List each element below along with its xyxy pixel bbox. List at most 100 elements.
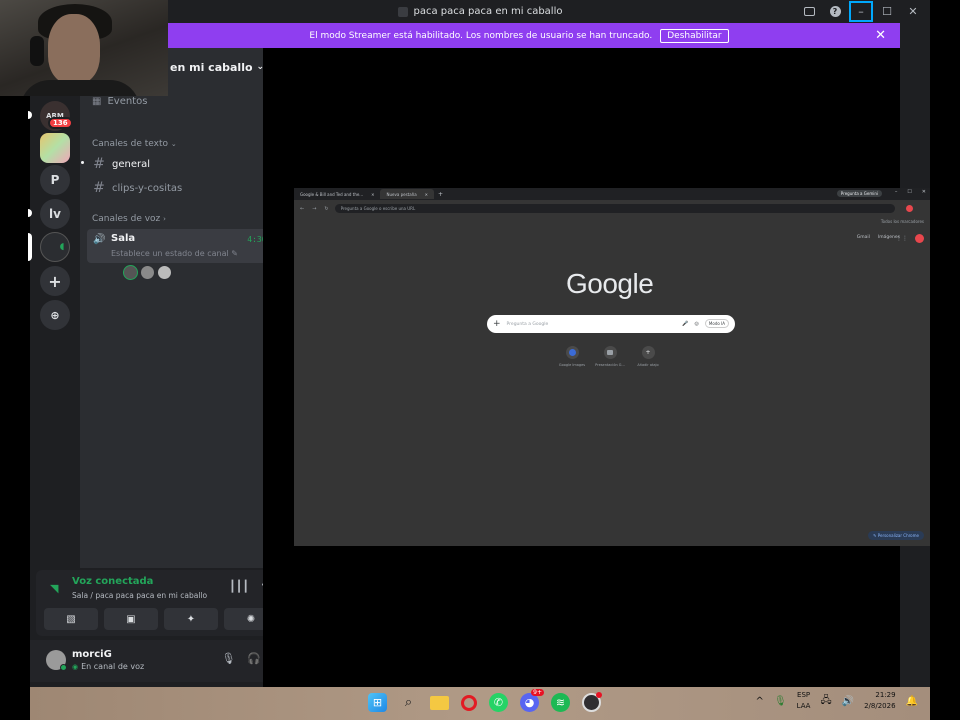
- google-logo: Google: [566, 268, 654, 299]
- participant-avatar[interactable]: [123, 265, 138, 280]
- discord-icon[interactable]: ◕ 9+: [520, 689, 544, 712]
- clock[interactable]: 21:29 2/8/2026: [864, 690, 895, 712]
- chrome-toolbar: ← → ↻ Pregunta a Google o escribe una URL: [294, 202, 930, 215]
- all-bookmarks[interactable]: Todos los marcadores: [881, 219, 924, 224]
- category-voice-channels[interactable]: Canales de voz ›: [92, 214, 166, 224]
- network-icon[interactable]: 🖧: [820, 693, 831, 710]
- minimize-button[interactable]: –: [848, 0, 874, 23]
- server-current[interactable]: ◖: [40, 232, 70, 262]
- add-icon[interactable]: +: [493, 319, 501, 329]
- screen-share-button[interactable]: ▣: [104, 608, 158, 630]
- chrome-profile-avatar[interactable]: [906, 205, 913, 212]
- shortcut-tile[interactable]: Google Images: [559, 346, 585, 367]
- chrome-tab-bar: Google & Bill and Ted and the... ✕ Nueva …: [294, 188, 930, 200]
- username[interactable]: morciG: [72, 649, 112, 660]
- camera-off-button[interactable]: ▧: [44, 608, 98, 630]
- maximize-button[interactable]: ☐: [874, 0, 900, 23]
- headphones-icon[interactable]: 🎧: [247, 652, 261, 665]
- discover-icon[interactable]: ⊕: [40, 300, 70, 330]
- participant-avatar[interactable]: [140, 265, 155, 280]
- server-lv[interactable]: lv: [40, 199, 70, 229]
- screen-share-chrome: Google & Bill and Ted and the... ✕ Nueva …: [294, 188, 930, 546]
- reload-icon[interactable]: ↻: [324, 206, 328, 212]
- lens-icon[interactable]: ◎: [695, 321, 699, 327]
- chrome-tab[interactable]: Google & Bill and Ted and the... ✕: [294, 189, 380, 199]
- noise-suppression-icon[interactable]: ┃┃┃: [229, 580, 249, 593]
- webcam-overlay: [0, 0, 168, 96]
- google-search-box[interactable]: + Pregunta a Google 🎤 ◎ Modo IA: [487, 315, 735, 333]
- mic-icon[interactable]: 🎤: [682, 321, 688, 327]
- ai-mode-button[interactable]: Modo IA: [704, 319, 729, 328]
- signal-icon[interactable]: ◥: [50, 582, 58, 595]
- voice-channel-sala[interactable]: 🔊 Sala 4:30:53 Establece un estado de ca…: [87, 229, 287, 263]
- close-icon[interactable]: ✕: [922, 189, 926, 195]
- webcam-face: [48, 14, 100, 84]
- channel-clips[interactable]: # clips-y-cositas: [92, 180, 182, 196]
- microphone-icon[interactable]: 🎙: [221, 652, 235, 665]
- events-item[interactable]: ▦ Eventos: [92, 96, 147, 107]
- close-banner-icon[interactable]: ✕: [875, 28, 886, 43]
- add-server-icon[interactable]: +: [40, 266, 70, 296]
- minimize-icon[interactable]: –: [895, 189, 898, 195]
- address-bar[interactable]: Pregunta a Google o escribe una URL: [334, 204, 895, 213]
- channel-general[interactable]: # general: [92, 156, 150, 172]
- back-icon[interactable]: ←: [300, 206, 304, 212]
- language-indicator[interactable]: ESP LAA: [797, 690, 811, 712]
- mention-badge: 136: [48, 117, 73, 129]
- server-indicator: [28, 111, 32, 119]
- file-explorer-icon[interactable]: [430, 695, 449, 710]
- webcam-headset: [30, 36, 44, 66]
- voice-participants: [123, 265, 172, 280]
- activities-button[interactable]: ✦: [164, 608, 218, 630]
- app-icon: [397, 6, 408, 17]
- mic-tray-icon[interactable]: 🎙: [774, 696, 787, 707]
- apps-grid-icon[interactable]: ⋮⋮: [896, 235, 908, 242]
- gmail-link[interactable]: Gmail: [857, 235, 870, 240]
- chrome-tab-active[interactable]: Nueva pestaña ✕: [380, 189, 435, 199]
- start-menu-icon[interactable]: ⊞: [368, 693, 387, 712]
- shortcuts-row: Google Images Presentación G... + Añadir …: [559, 346, 660, 367]
- user-status: ◉ En canal de voz: [72, 662, 145, 671]
- disable-streamer-button[interactable]: Deshabilitar: [660, 28, 729, 43]
- server-image-icon[interactable]: [40, 133, 70, 163]
- obs-icon[interactable]: [582, 692, 602, 712]
- online-status-dot: [60, 664, 67, 671]
- help-icon[interactable]: ?: [822, 0, 848, 23]
- search-icon[interactable]: ⌕: [399, 693, 418, 712]
- new-tab-icon[interactable]: +: [438, 191, 443, 198]
- voice-connected-title: Voz conectada: [72, 576, 154, 587]
- whatsapp-icon[interactable]: ✆: [489, 693, 508, 712]
- hash-icon: #: [93, 180, 105, 196]
- channel-status-input[interactable]: Establece un estado de canal ✎: [111, 249, 238, 258]
- channel-sidebar: [80, 48, 293, 568]
- webcam-shirt: [20, 80, 140, 96]
- search-placeholder: Pregunta a Google: [506, 321, 549, 327]
- inbox-icon[interactable]: [796, 0, 822, 23]
- chevron-up-icon[interactable]: ^: [756, 696, 764, 707]
- close-button[interactable]: ✕: [900, 0, 926, 23]
- maximize-icon[interactable]: ☐: [907, 189, 911, 195]
- opera-icon[interactable]: [461, 694, 477, 711]
- add-shortcut-tile[interactable]: + Añadir atajo: [636, 346, 660, 367]
- google-account-avatar[interactable]: [915, 234, 924, 243]
- window-title: paca paca paca en mi caballo: [397, 6, 563, 17]
- calendar-icon: ▦: [92, 96, 102, 107]
- participant-avatar[interactable]: [157, 265, 172, 280]
- hash-icon: #: [93, 156, 105, 172]
- volume-icon[interactable]: 🔊: [842, 696, 854, 707]
- chrome-profile-button[interactable]: Pregunta a Gemini: [836, 190, 882, 197]
- forward-icon[interactable]: →: [312, 206, 316, 212]
- category-text-channels[interactable]: Canales de texto ⌄: [92, 139, 177, 149]
- streamer-mode-banner: El modo Streamer está habilitado. Los no…: [138, 23, 900, 48]
- spotify-icon[interactable]: ≋: [551, 693, 570, 712]
- voice-connected-subtitle[interactable]: Sala / paca paca paca en mi caballo: [72, 591, 207, 600]
- window-title-text: paca paca paca en mi caballo: [413, 6, 563, 17]
- voice-connected-panel: ◥ Voz conectada Sala / paca paca paca en…: [36, 570, 287, 636]
- speaker-icon: 🔊: [93, 234, 106, 245]
- customize-chrome-button[interactable]: ✎ Personalizar Chrome: [868, 531, 924, 540]
- streamer-banner-text: El modo Streamer está habilitado. Los no…: [309, 30, 653, 41]
- shortcut-tile[interactable]: Presentación G...: [595, 346, 625, 367]
- server-p[interactable]: P: [40, 165, 70, 195]
- notification-bell-icon[interactable]: 🔔: [906, 696, 918, 707]
- guild-header[interactable]: en mi caballo ⌄: [170, 52, 264, 82]
